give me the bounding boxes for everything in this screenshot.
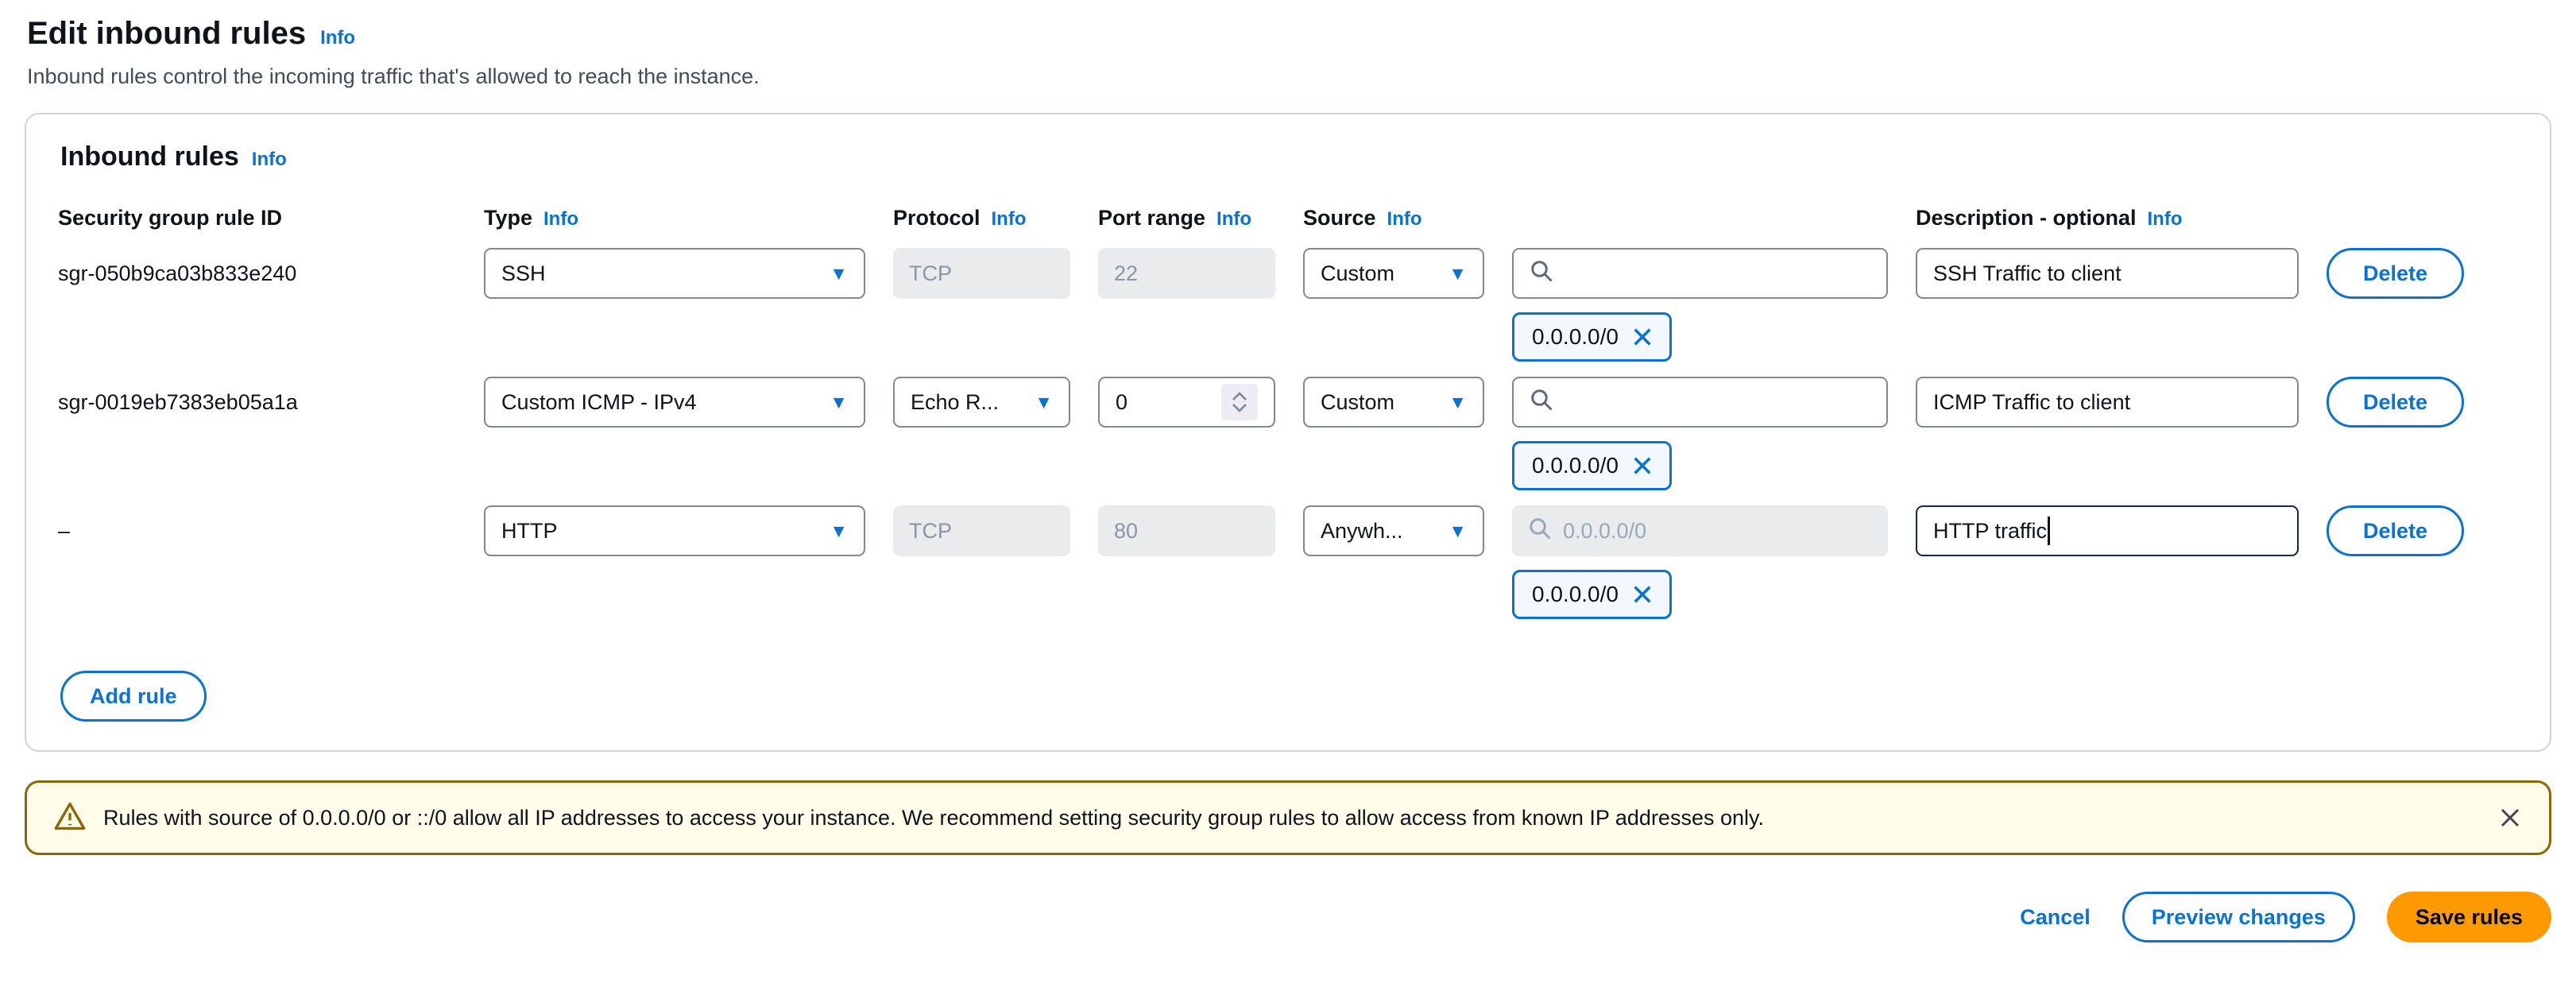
- panel-title-info-link[interactable]: Info: [252, 149, 287, 171]
- column-headers: Security group rule ID Type Info Protocol…: [58, 206, 2518, 230]
- description-value: SSH Traffic to client: [1933, 261, 2122, 286]
- col-header-port-range: Port range: [1098, 206, 1205, 230]
- cidr-chip-label: 0.0.0.0/0: [1532, 324, 1619, 350]
- type-select[interactable]: SSH ▼: [484, 248, 865, 299]
- panel-header: Inbound rules Info: [60, 141, 2518, 172]
- type-select-value: SSH: [501, 261, 546, 286]
- col-header-description: Description - optional: [1916, 206, 2137, 230]
- chevron-down-icon: ▼: [1035, 393, 1053, 412]
- page-subtitle: Inbound rules control the incoming traff…: [27, 64, 2551, 89]
- description-input[interactable]: ICMP Traffic to client: [1916, 377, 2299, 428]
- protocol-info-link[interactable]: Info: [992, 208, 1027, 230]
- rule-row-icmp: sgr-0019eb7383eb05a1a Custom ICMP - IPv4…: [58, 377, 2518, 490]
- source-info-link[interactable]: Info: [1387, 208, 1422, 230]
- search-icon: [1530, 259, 1553, 288]
- rule-id-text: sgr-0019eb7383eb05a1a: [58, 377, 456, 428]
- description-value: HTTP traffic: [1933, 519, 2047, 544]
- description-info-link[interactable]: Info: [2148, 208, 2183, 230]
- source-chip-row: 0.0.0.0/0: [1512, 570, 1888, 619]
- port-range-field-disabled: 22: [1098, 248, 1275, 299]
- delete-button[interactable]: Delete: [2327, 248, 2464, 299]
- source-select[interactable]: Custom ▼: [1303, 377, 1484, 428]
- chevron-down-icon: ▼: [830, 265, 848, 283]
- save-rules-button[interactable]: Save rules: [2387, 892, 2551, 942]
- rule-row-ssh: sgr-050b9ca03b833e240 SSH ▼ TCP 22 Custo…: [58, 248, 2518, 362]
- close-icon[interactable]: [2498, 806, 2522, 830]
- source-search-input[interactable]: [1512, 248, 1888, 299]
- protocol-select-value: Echo R...: [911, 390, 999, 415]
- chevron-down-icon: ▼: [830, 522, 848, 540]
- cidr-chip: 0.0.0.0/0: [1512, 441, 1672, 490]
- type-select-value: Custom ICMP - IPv4: [501, 390, 697, 415]
- col-header-type: Type: [484, 206, 532, 230]
- col-header-rule-id: Security group rule ID: [58, 206, 282, 230]
- footer-actions: Cancel Preview changes Save rules: [25, 892, 2551, 942]
- source-select[interactable]: Anywh... ▼: [1303, 505, 1484, 556]
- protocol-field-disabled: TCP: [893, 505, 1070, 556]
- remove-chip-icon[interactable]: [1631, 583, 1654, 606]
- warning-banner: Rules with source of 0.0.0.0/0 or ::/0 a…: [25, 780, 2551, 855]
- rule-id-text: sgr-050b9ca03b833e240: [58, 248, 456, 299]
- col-header-protocol: Protocol: [893, 206, 981, 230]
- port-range-info-link[interactable]: Info: [1216, 208, 1251, 230]
- col-header-source: Source: [1303, 206, 1376, 230]
- source-select-value: Anywh...: [1321, 519, 1403, 544]
- cidr-chip-label: 0.0.0.0/0: [1532, 582, 1619, 607]
- type-select-value: HTTP: [501, 519, 558, 544]
- port-range-value: 0: [1116, 390, 1127, 415]
- chevron-down-icon: ▼: [830, 393, 848, 412]
- add-rule-button[interactable]: Add rule: [60, 671, 207, 722]
- preview-changes-button[interactable]: Preview changes: [2122, 892, 2355, 942]
- description-input-focused[interactable]: HTTP traffic: [1916, 505, 2299, 556]
- protocol-select[interactable]: Echo R... ▼: [893, 377, 1070, 428]
- warning-icon: [54, 801, 86, 835]
- warning-text: Rules with source of 0.0.0.0/0 or ::/0 a…: [103, 806, 1764, 830]
- source-select[interactable]: Custom ▼: [1303, 248, 1484, 299]
- page-header: Edit inbound rules Info: [27, 16, 2551, 52]
- cidr-chip-label: 0.0.0.0/0: [1532, 453, 1619, 478]
- source-select-value: Custom: [1321, 261, 1394, 286]
- chevron-down-icon: ▼: [1449, 393, 1467, 412]
- source-select-value: Custom: [1321, 390, 1394, 415]
- source-chip-row: 0.0.0.0/0: [1512, 312, 1888, 362]
- text-cursor: [2048, 517, 2050, 545]
- cancel-button[interactable]: Cancel: [2020, 905, 2091, 930]
- protocol-value: TCP: [909, 261, 952, 286]
- port-range-value: 22: [1114, 261, 1138, 286]
- rule-row-http: – HTTP ▼ TCP 80 Anywh... ▼ 0.0.0.0/0: [58, 505, 2518, 619]
- page-title: Edit inbound rules: [27, 16, 306, 52]
- type-select[interactable]: HTTP ▼: [484, 505, 865, 556]
- source-search-input-disabled: 0.0.0.0/0: [1512, 505, 1888, 556]
- port-range-value: 80: [1114, 519, 1138, 544]
- source-chip-row: 0.0.0.0/0: [1512, 441, 1888, 490]
- protocol-value: TCP: [909, 519, 952, 544]
- page-title-info-link[interactable]: Info: [320, 27, 355, 49]
- port-range-field-disabled: 80: [1098, 505, 1275, 556]
- search-placeholder: 0.0.0.0/0: [1563, 519, 1646, 544]
- type-info-link[interactable]: Info: [543, 208, 578, 230]
- panel-title: Inbound rules: [60, 141, 239, 172]
- description-input[interactable]: SSH Traffic to client: [1916, 248, 2299, 299]
- search-icon: [1528, 517, 1552, 546]
- search-icon: [1530, 388, 1553, 417]
- inbound-rules-panel: Inbound rules Info Security group rule I…: [25, 113, 2551, 752]
- cidr-chip: 0.0.0.0/0: [1512, 570, 1672, 619]
- port-range-stepper[interactable]: 0: [1098, 377, 1275, 428]
- edit-inbound-rules-page: Edit inbound rules Info Inbound rules co…: [0, 0, 2576, 942]
- cidr-chip: 0.0.0.0/0: [1512, 312, 1672, 362]
- chevron-down-icon: ▼: [1449, 265, 1467, 283]
- source-search-input[interactable]: [1512, 377, 1888, 428]
- chevron-down-icon: ▼: [1449, 522, 1467, 540]
- rule-id-text: –: [58, 505, 456, 556]
- remove-chip-icon[interactable]: [1631, 326, 1654, 348]
- type-select[interactable]: Custom ICMP - IPv4 ▼: [484, 377, 865, 428]
- description-value: ICMP Traffic to client: [1933, 390, 2130, 415]
- protocol-field-disabled: TCP: [893, 248, 1070, 299]
- delete-button[interactable]: Delete: [2327, 377, 2464, 428]
- remove-chip-icon[interactable]: [1631, 455, 1654, 477]
- stepper-arrows[interactable]: [1221, 384, 1258, 420]
- delete-button[interactable]: Delete: [2327, 505, 2464, 556]
